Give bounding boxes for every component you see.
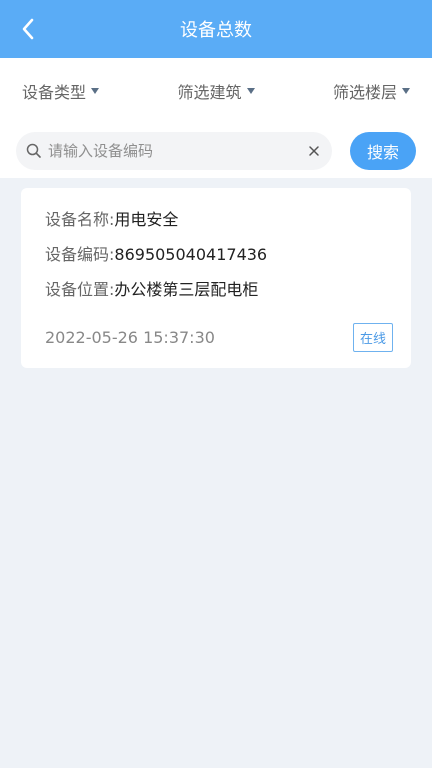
page-title: 设备总数 [180, 20, 252, 41]
caret-down-icon [401, 88, 410, 94]
chevron-left-icon [22, 18, 34, 40]
device-location-label: 设备位置: [45, 280, 115, 299]
clear-icon[interactable] [306, 143, 322, 159]
device-card[interactable]: 设备名称: 用电安全 设备编码: 869505040417436 设备位置: 办… [21, 188, 411, 368]
device-code-row: 设备编码: 869505040417436 [45, 245, 393, 265]
device-name-row: 设备名称: 用电安全 [45, 210, 393, 230]
search-icon [26, 143, 42, 159]
device-list: 设备名称: 用电安全 设备编码: 869505040417436 设备位置: 办… [0, 178, 432, 378]
filter-bar: 设备类型 筛选建筑 筛选楼层 [0, 58, 432, 124]
search-bar: 搜索 [0, 124, 432, 178]
filter-label: 设备类型 [22, 83, 87, 102]
status-badge: 在线 [352, 323, 393, 352]
app-header: 设备总数 [0, 0, 432, 58]
device-name-value: 用电安全 [114, 210, 179, 229]
search-input[interactable] [48, 142, 306, 160]
filter-floor[interactable]: 筛选楼层 [333, 79, 410, 103]
filter-device-type[interactable]: 设备类型 [22, 79, 100, 103]
caret-down-icon [246, 88, 255, 94]
device-name-label: 设备名称: [45, 210, 115, 229]
device-location-value: 办公楼第三层配电柜 [114, 280, 259, 299]
filter-label: 筛选建筑 [177, 83, 242, 102]
device-timestamp: 2022-05-26 15:37:30 [45, 328, 215, 347]
device-location-row: 设备位置: 办公楼第三层配电柜 [45, 280, 393, 300]
search-box [16, 132, 332, 170]
card-footer: 2022-05-26 15:37:30 在线 [45, 323, 393, 352]
search-button[interactable]: 搜索 [350, 132, 416, 170]
filter-label: 筛选楼层 [332, 83, 397, 102]
device-code-label: 设备编码: [45, 245, 115, 264]
device-code-value: 869505040417436 [114, 245, 268, 264]
filter-building[interactable]: 筛选建筑 [177, 79, 255, 103]
caret-down-icon [91, 88, 100, 94]
back-button[interactable] [8, 9, 48, 49]
